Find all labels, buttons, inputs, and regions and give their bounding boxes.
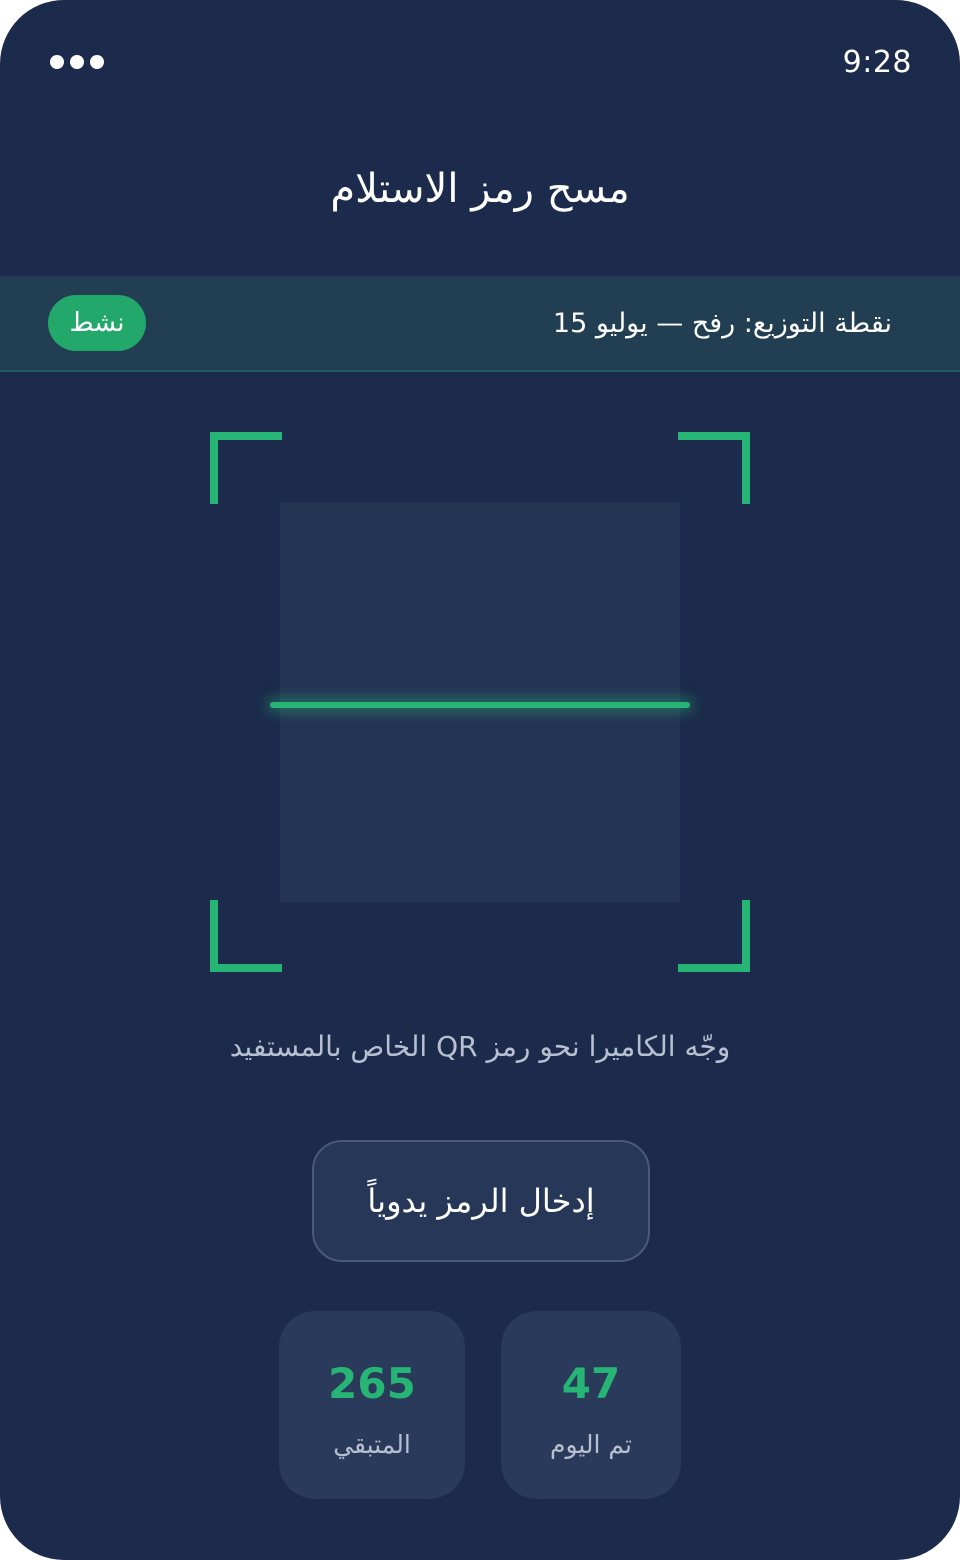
stat-card-remaining: 265 المتبقي bbox=[279, 1311, 465, 1499]
page-title: مسح رمز الاستلام bbox=[330, 166, 630, 212]
stat-card-today: 47 تم اليوم bbox=[501, 1311, 681, 1499]
status-badge: نشط bbox=[48, 295, 146, 351]
status-bar: 9:28 bbox=[50, 38, 912, 86]
menu-dots-icon[interactable] bbox=[50, 55, 104, 69]
today-label: تم اليوم bbox=[549, 1430, 633, 1459]
frame-corner-bottom-right bbox=[678, 900, 750, 972]
manual-entry-button[interactable]: إدخال الرمز يدوياً bbox=[312, 1140, 650, 1262]
qr-scanner-frame bbox=[210, 432, 750, 972]
today-count: 47 bbox=[561, 1359, 621, 1408]
scan-instruction: وجّه الكاميرا نحو رمز QR الخاص بالمستفيد bbox=[229, 1030, 731, 1063]
phone-screen: 9:28 مسح رمز الاستلام نشط نقطة التوزيع: … bbox=[0, 0, 960, 1560]
frame-corner-top-left bbox=[210, 432, 282, 504]
distribution-point-banner: نشط نقطة التوزيع: رفح — يوليو 15 bbox=[0, 276, 960, 372]
frame-corner-top-right bbox=[678, 432, 750, 504]
distribution-point-label: نقطة التوزيع: رفح — يوليو 15 bbox=[552, 307, 892, 339]
scan-line bbox=[270, 702, 690, 708]
remaining-count: 265 bbox=[328, 1359, 416, 1408]
frame-corner-bottom-left bbox=[210, 900, 282, 972]
remaining-label: المتبقي bbox=[333, 1430, 411, 1459]
status-time: 9:28 bbox=[842, 44, 912, 80]
